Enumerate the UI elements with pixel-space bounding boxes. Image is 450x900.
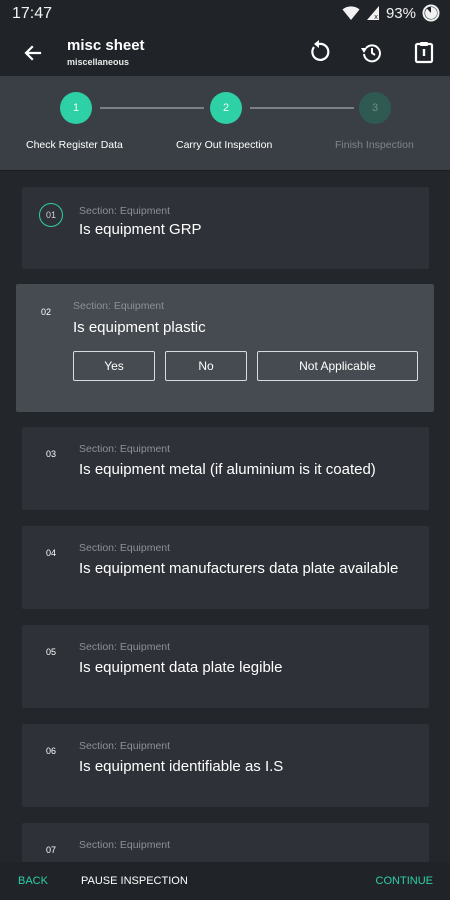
wifi-icon bbox=[342, 6, 360, 20]
answer-yes-button[interactable]: Yes bbox=[73, 351, 155, 381]
question-section: Section: Equipment bbox=[79, 542, 171, 554]
question-number: 06 bbox=[46, 746, 57, 756]
step-1-label: Check Register Data bbox=[26, 139, 123, 151]
svg-text:x: x bbox=[374, 13, 378, 21]
step-3-label: Finish Inspection bbox=[335, 139, 414, 151]
question-card[interactable]: 03 Section: Equipment Is equipment metal… bbox=[22, 427, 429, 510]
bottom-action-bar: BACK PAUSE INSPECTION CONTINUE bbox=[0, 862, 450, 900]
question-text: Is equipment data plate legible bbox=[79, 659, 283, 676]
question-section: Section: Equipment bbox=[79, 443, 171, 455]
page-title: misc sheet bbox=[67, 37, 145, 54]
question-card-active[interactable]: 02 Section: Equipment Is equipment plast… bbox=[16, 284, 434, 412]
step-2-circle: 2 bbox=[210, 92, 242, 124]
step-connector bbox=[100, 107, 204, 109]
question-card[interactable]: 06 Section: Equipment Is equipment ident… bbox=[22, 724, 429, 807]
continue-button[interactable]: CONTINUE bbox=[376, 875, 433, 887]
back-button[interactable]: BACK bbox=[18, 875, 48, 887]
arrow-left-icon[interactable] bbox=[20, 40, 46, 66]
question-number: 05 bbox=[46, 647, 57, 657]
question-section: Section: Equipment bbox=[79, 839, 171, 851]
question-section: Section: Equipment bbox=[79, 205, 171, 217]
inspection-stepper: 1 2 3 Check Register Data Carry Out Insp… bbox=[0, 76, 450, 171]
app-bar: misc sheet miscellaneous bbox=[0, 28, 450, 76]
question-number: 02 bbox=[41, 307, 52, 317]
question-card[interactable]: 05 Section: Equipment Is equipment data … bbox=[22, 625, 429, 708]
reset-icon[interactable] bbox=[306, 39, 332, 65]
history-icon[interactable] bbox=[359, 39, 385, 65]
step-2-label: Carry Out Inspection bbox=[176, 139, 273, 151]
step-connector bbox=[250, 107, 354, 109]
status-time: 17:47 bbox=[12, 5, 53, 22]
question-text: Is equipment identifiable as I.S bbox=[79, 758, 284, 775]
question-text: Is equipment GRP bbox=[79, 221, 202, 238]
question-section: Section: Equipment bbox=[73, 300, 165, 312]
cell-signal-icon: x bbox=[366, 6, 379, 21]
step-3-circle: 3 bbox=[359, 92, 391, 124]
question-list[interactable]: 01 Section: Equipment Is equipment GRP 0… bbox=[0, 171, 450, 862]
question-number: 07 bbox=[46, 845, 57, 855]
question-number: 04 bbox=[46, 548, 57, 558]
question-section: Section: Equipment bbox=[79, 740, 171, 752]
battery-icon bbox=[422, 4, 440, 22]
pause-inspection-button[interactable]: PAUSE INSPECTION bbox=[81, 875, 188, 887]
question-card[interactable]: 04 Section: Equipment Is equipment manuf… bbox=[22, 526, 429, 609]
answer-not-applicable-button[interactable]: Not Applicable bbox=[257, 351, 418, 381]
question-text: Is equipment plastic bbox=[73, 319, 206, 336]
question-text: Is equipment manufacturers data plate av… bbox=[79, 560, 399, 577]
clipboard-icon[interactable] bbox=[411, 39, 437, 65]
page-subtitle: miscellaneous bbox=[67, 57, 130, 67]
question-text: Is equipment metal (if aluminium is it c… bbox=[79, 461, 376, 478]
step-1-circle: 1 bbox=[60, 92, 92, 124]
question-number: 01 bbox=[39, 203, 63, 227]
question-card[interactable]: 07 Section: Equipment bbox=[22, 823, 429, 862]
question-card[interactable]: 01 Section: Equipment Is equipment GRP bbox=[22, 187, 429, 269]
battery-percent: 93% bbox=[385, 4, 416, 22]
question-number: 03 bbox=[46, 449, 57, 459]
answer-no-button[interactable]: No bbox=[165, 351, 247, 381]
status-bar: 17:47 x 93% bbox=[0, 0, 450, 28]
question-section: Section: Equipment bbox=[79, 641, 171, 653]
